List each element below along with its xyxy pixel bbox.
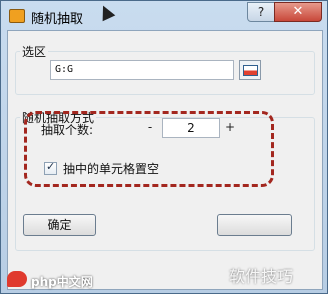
app-icon <box>9 9 25 23</box>
watermark-right: 软件技巧 <box>229 267 294 286</box>
watermark-left: php中文网 <box>31 275 93 289</box>
window-title: 随机抽取 <box>31 12 84 27</box>
title-bar[interactable]: 随机抽取 ? ✕ <box>1 1 327 31</box>
ok-button[interactable]: 确定 <box>23 214 96 236</box>
cancel-button[interactable] <box>217 214 292 236</box>
selection-legend: 选区 <box>22 45 47 59</box>
range-select-icon <box>243 65 258 76</box>
range-input[interactable]: G:G <box>50 60 234 80</box>
watermark-logo-icon <box>7 271 27 287</box>
close-button[interactable]: ✕ <box>274 2 322 22</box>
help-button[interactable]: ? <box>247 2 275 22</box>
range-select-button[interactable] <box>239 60 261 80</box>
dialog-window: 随机抽取 ? ✕ 选区 G:G 随机抽取方式 抽取个数: - 2 + 抽中的单元… <box>0 0 328 294</box>
highlight-annotation <box>24 111 274 187</box>
